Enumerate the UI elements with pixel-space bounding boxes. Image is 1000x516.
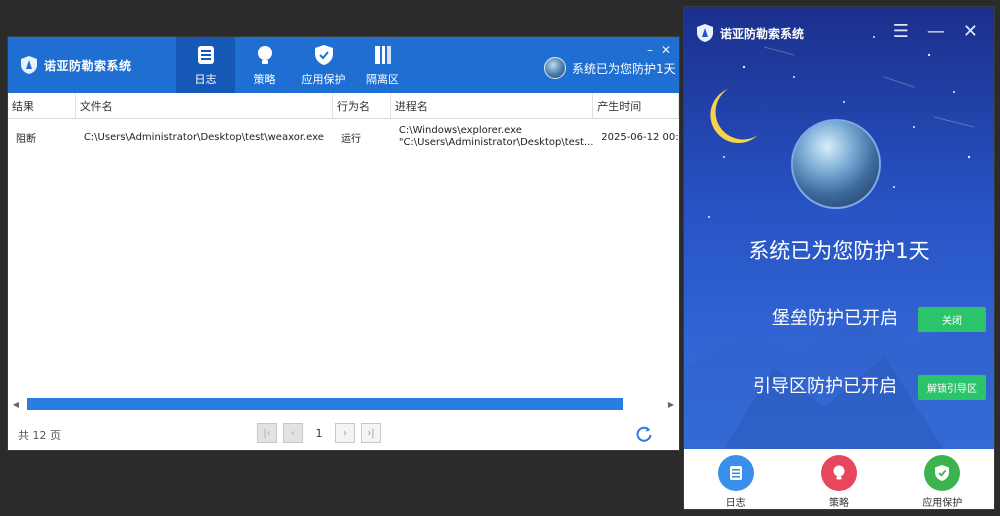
next-page-button[interactable]: › bbox=[335, 423, 355, 443]
menu-icon[interactable]: ☰ bbox=[893, 21, 909, 42]
side-panel: 诺亚防勒索系统 ☰ — ✕ 系统已为您防护1天 堡垒防护已开启 关闭 引导区防护… bbox=[683, 6, 995, 510]
cell-result: 阻断 bbox=[16, 133, 36, 145]
main-nav: 日志 策略 应用保护 隔离区 bbox=[176, 37, 412, 93]
side-nav-strategy-label: 策略 bbox=[828, 498, 849, 509]
side-nav-app-protect[interactable]: 应用保护 bbox=[897, 449, 987, 509]
side-window-controls: ☰ — ✕ bbox=[893, 21, 978, 42]
nav-strategy-label: 策略 bbox=[253, 73, 276, 86]
avatar bbox=[544, 57, 566, 79]
avatar-image bbox=[791, 119, 881, 209]
log-icon bbox=[197, 46, 214, 64]
table-row[interactable]: 阻断 C:\Users\Administrator\Desktop\test\w… bbox=[8, 119, 679, 155]
cell-time: 2025-06-12 00:3 bbox=[601, 131, 679, 143]
scroll-thumb[interactable] bbox=[27, 398, 623, 410]
side-nav-strategy[interactable]: 策略 bbox=[794, 449, 884, 509]
main-window: 诺亚防勒索系统 日志 策略 应用保护 隔离区 系统已为您防护1天 – ✕ 结果 … bbox=[7, 36, 680, 451]
cell-file: C:\Users\Administrator\Desktop\test\weax… bbox=[83, 131, 324, 143]
refresh-icon[interactable] bbox=[634, 424, 654, 444]
app-logo: 诺亚防勒索系统 bbox=[20, 55, 132, 75]
nav-log-label: 日志 bbox=[194, 73, 217, 86]
cell-process-line1: C:\Windows\explorer.exe bbox=[398, 125, 522, 136]
close-icon[interactable]: ✕ bbox=[963, 21, 978, 42]
nav-app-protect[interactable]: 应用保护 bbox=[294, 37, 353, 93]
nav-app-protect-label: 应用保护 bbox=[301, 73, 346, 86]
pagination-footer: 共 12 页 |‹ ‹ 1 › ›| bbox=[8, 421, 679, 449]
shield-check-icon bbox=[924, 455, 961, 491]
fortress-status-label: 堡垒防护已开启 bbox=[772, 308, 898, 329]
bulb-icon bbox=[257, 46, 272, 64]
side-app-title: 诺亚防勒索系统 bbox=[696, 23, 804, 43]
status-text: 系统已为您防护1天 bbox=[572, 61, 676, 76]
side-bottom-nav: 日志 策略 应用保护 bbox=[684, 449, 994, 509]
side-hero: 诺亚防勒索系统 ☰ — ✕ 系统已为您防护1天 堡垒防护已开启 关闭 引导区防护… bbox=[684, 7, 994, 449]
cell-process-line2: "C:\Users\Administrator\Desktop\test... bbox=[398, 137, 594, 148]
log-icon bbox=[717, 455, 754, 491]
col-result[interactable]: 结果 bbox=[8, 93, 76, 118]
prev-page-button[interactable]: ‹ bbox=[283, 423, 303, 443]
side-title-text: 诺亚防勒索系统 bbox=[720, 26, 805, 41]
fortress-toggle-button[interactable]: 关闭 bbox=[918, 307, 986, 332]
main-header: 诺亚防勒索系统 日志 策略 应用保护 隔离区 系统已为您防护1天 – ✕ bbox=[8, 37, 679, 93]
quarantine-icon bbox=[374, 46, 391, 64]
horizontal-scrollbar[interactable]: ◀ ▶ bbox=[8, 397, 679, 411]
protection-status: 系统已为您防护1天 bbox=[544, 57, 676, 79]
side-nav-log-label: 日志 bbox=[725, 498, 746, 509]
scroll-right-icon[interactable]: ▶ bbox=[663, 400, 679, 409]
side-nav-app-protect-label: 应用保护 bbox=[922, 498, 963, 509]
pager: |‹ ‹ 1 › ›| bbox=[257, 423, 381, 443]
minimize-icon[interactable]: — bbox=[927, 21, 945, 42]
shield-logo-icon bbox=[21, 56, 37, 74]
table-header: 结果 文件名 行为名 进程名 产生时间 bbox=[8, 93, 680, 119]
cell-process: C:\Windows\explorer.exe "C:\Users\Admini… bbox=[391, 119, 593, 155]
app-title: 诺亚防勒索系统 bbox=[44, 58, 132, 73]
shield-logo-icon bbox=[697, 24, 713, 42]
cell-action: 运行 bbox=[341, 133, 362, 145]
col-action[interactable]: 行为名 bbox=[333, 93, 391, 118]
current-page[interactable]: 1 bbox=[309, 423, 329, 443]
nav-quarantine-label: 隔离区 bbox=[366, 73, 399, 86]
scroll-track[interactable] bbox=[24, 398, 663, 410]
nav-quarantine[interactable]: 隔离区 bbox=[353, 37, 412, 93]
nav-log[interactable]: 日志 bbox=[176, 37, 235, 93]
col-file[interactable]: 文件名 bbox=[76, 93, 334, 118]
page-total: 共 12 页 bbox=[18, 429, 61, 442]
minimize-icon[interactable]: – bbox=[647, 43, 653, 57]
side-headline: 系统已为您防护1天 bbox=[748, 239, 930, 263]
scroll-left-icon[interactable]: ◀ bbox=[8, 400, 24, 409]
first-page-button[interactable]: |‹ bbox=[257, 423, 277, 443]
col-process[interactable]: 进程名 bbox=[391, 93, 594, 118]
close-icon[interactable]: ✕ bbox=[661, 43, 671, 57]
bulb-icon bbox=[820, 455, 857, 491]
side-nav-log[interactable]: 日志 bbox=[691, 449, 781, 509]
last-page-button[interactable]: ›| bbox=[361, 423, 381, 443]
shield-check-icon bbox=[314, 45, 333, 65]
nav-strategy[interactable]: 策略 bbox=[235, 37, 294, 93]
col-time[interactable]: 产生时间 bbox=[593, 93, 680, 118]
window-controls: – ✕ bbox=[647, 43, 671, 57]
boot-status-label: 引导区防护已开启 bbox=[753, 376, 897, 397]
unlock-boot-button[interactable]: 解锁引导区 bbox=[918, 375, 986, 400]
